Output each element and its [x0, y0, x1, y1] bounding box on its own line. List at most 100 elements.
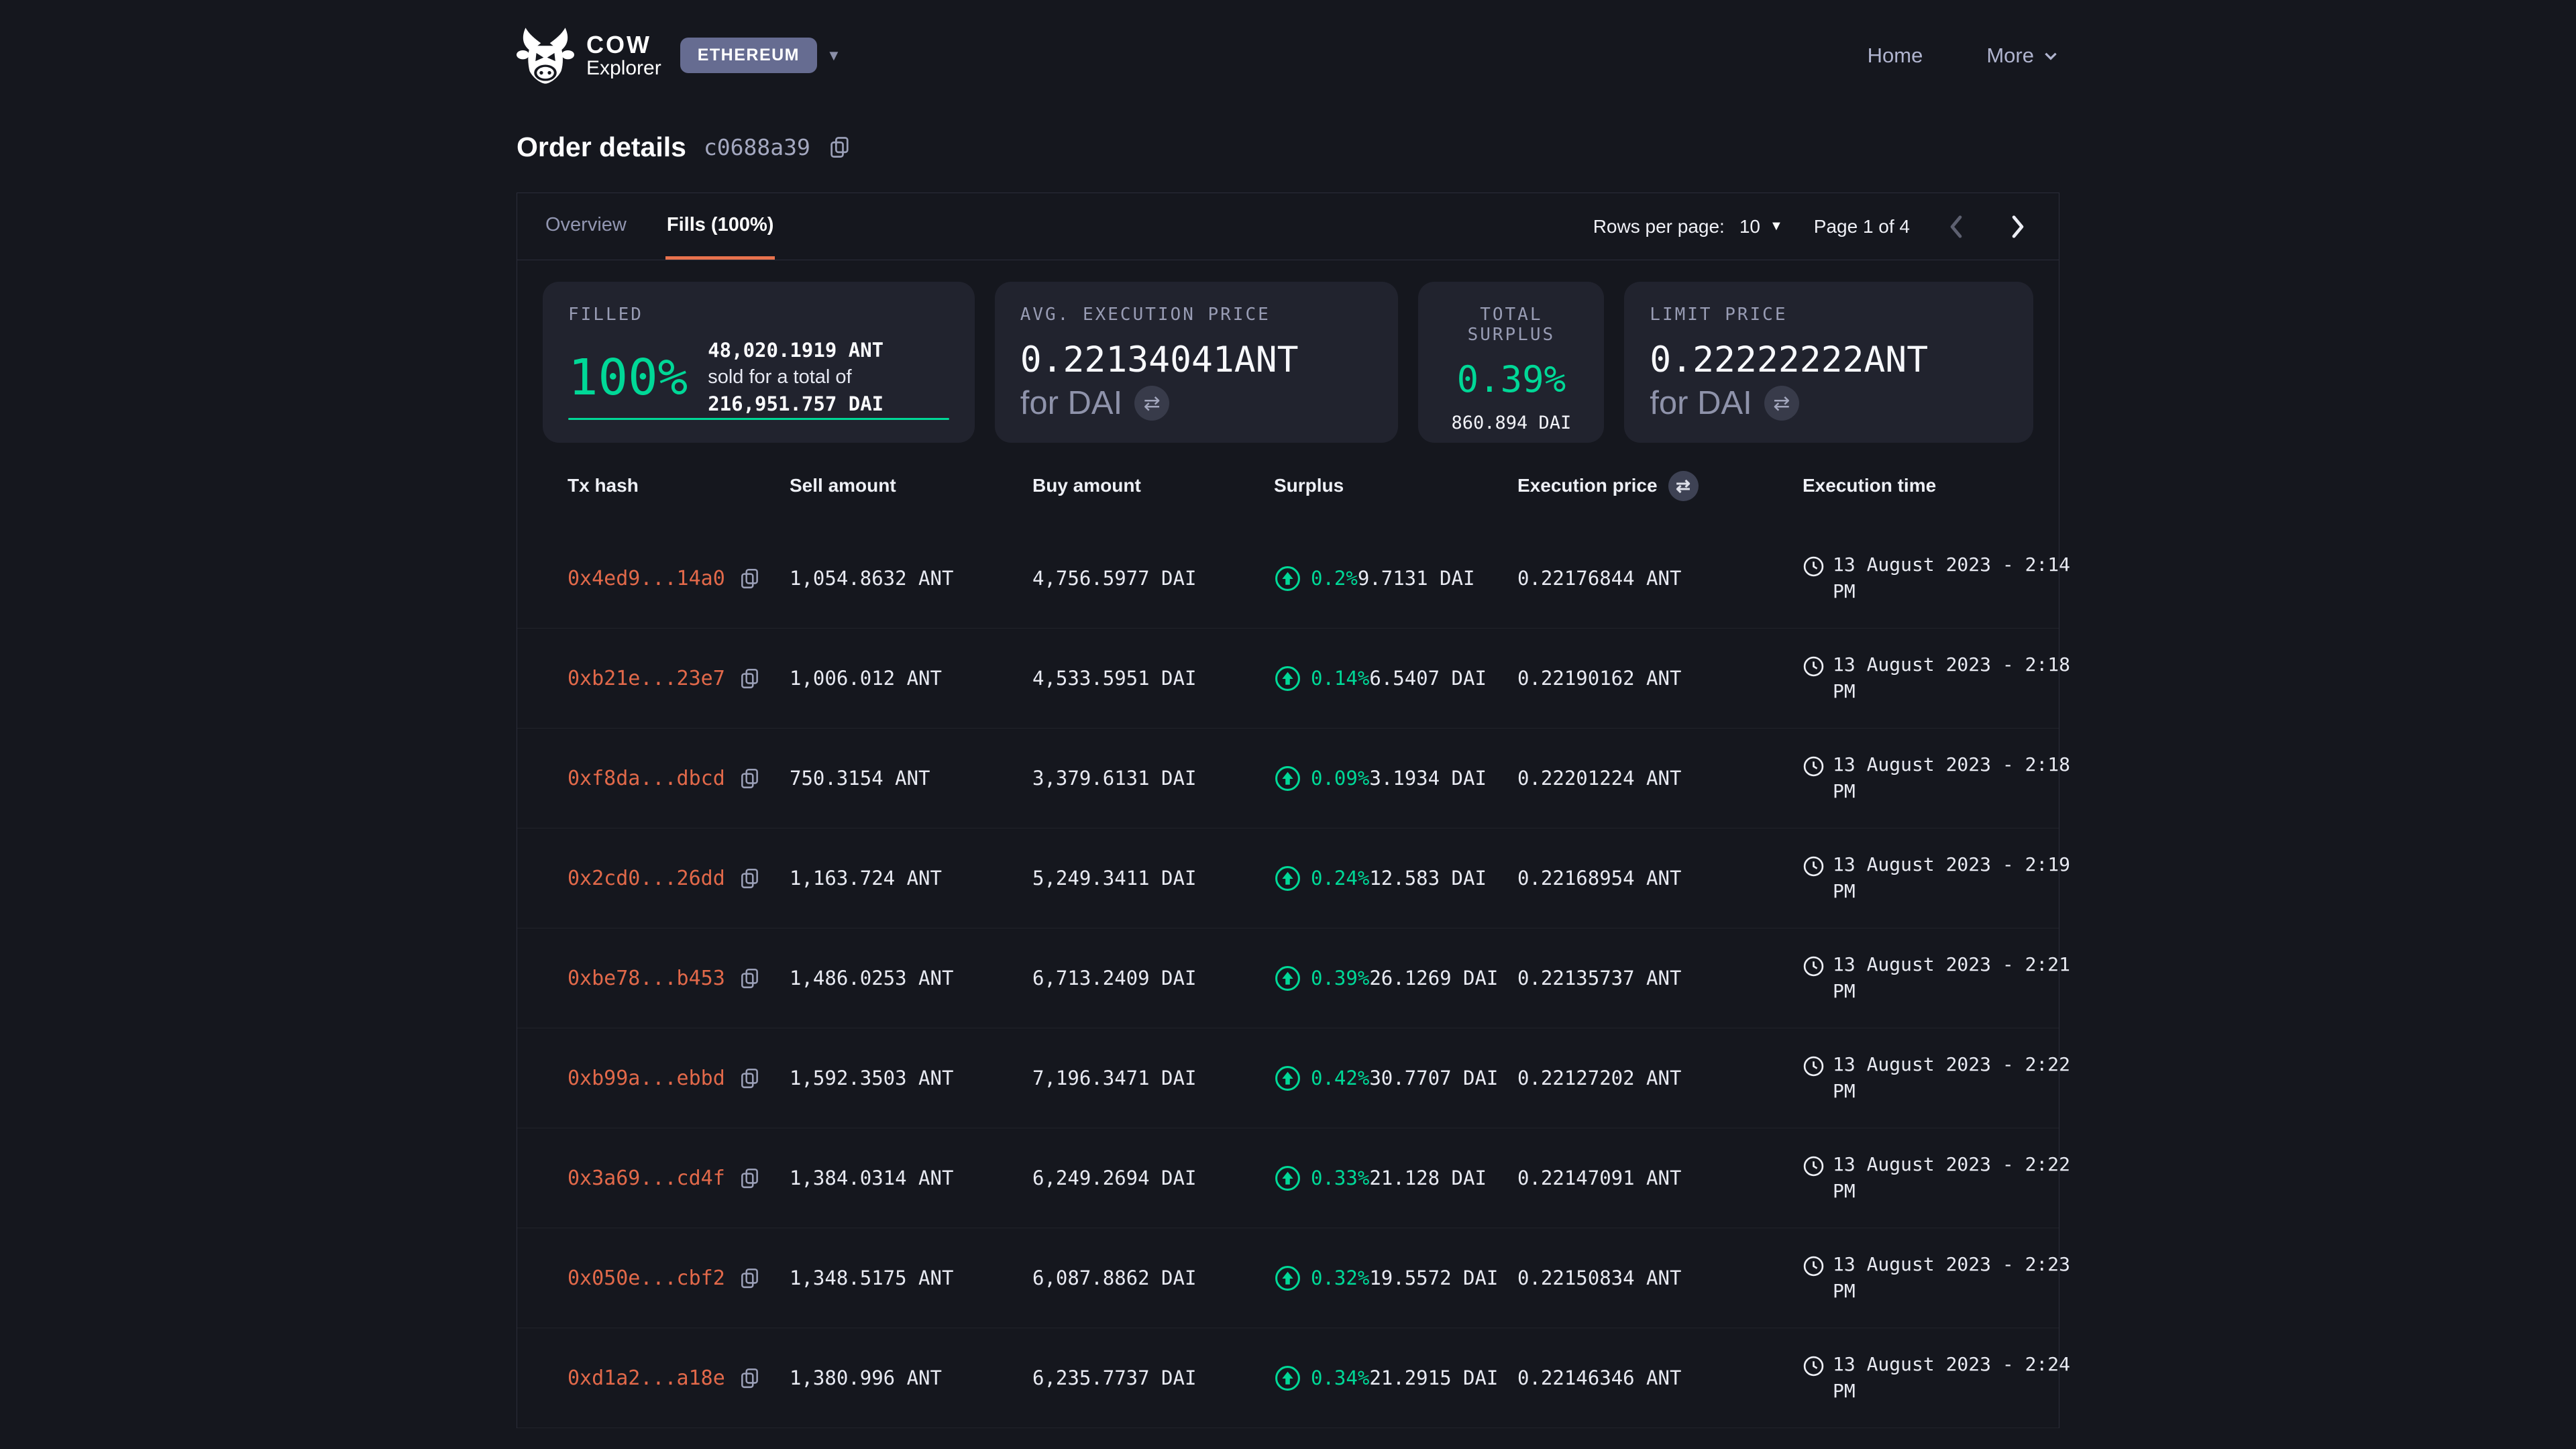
swap-price-unit-icon[interactable]: ⇄	[1668, 471, 1699, 501]
filled-sold-text: sold for a total of 216,951.757 DAI	[708, 364, 949, 418]
table-row: 0xb99a...ebbd 1,592.3503 ANT 7,196.3471 …	[517, 1028, 2059, 1128]
surplus-up-icon	[1274, 565, 1301, 592]
limit-price-unit: for DAI	[1650, 384, 1752, 422]
copy-tx-hash-icon[interactable]	[739, 767, 761, 790]
execution-time: 13 August 2023 - 2:14 PM	[1833, 551, 2082, 605]
page-shell: COW Explorer ETHEREUM ▼ Home More Order …	[517, 0, 2059, 1428]
tx-hash-link[interactable]: 0xf8da...dbcd	[568, 767, 725, 790]
tx-hash-link[interactable]: 0x2cd0...26dd	[568, 867, 725, 890]
nav-more-link[interactable]: More	[1986, 44, 2059, 68]
execution-time: 13 August 2023 - 2:18 PM	[1833, 651, 2082, 705]
pagination: Rows per page: 10 ▼ Page 1 of 4	[1593, 193, 2033, 260]
copy-tx-hash-icon[interactable]	[739, 1067, 761, 1089]
limit-price-card: LIMIT PRICE 0.22222222ANT for DAI ⇄	[1624, 282, 2033, 443]
tab-overview[interactable]: Overview	[544, 193, 628, 260]
limit-price-label: LIMIT PRICE	[1650, 305, 2008, 325]
copy-tx-hash-icon[interactable]	[739, 867, 761, 890]
tab-fills[interactable]: Fills (100%)	[665, 193, 775, 260]
tx-hash-link[interactable]: 0xbe78...b453	[568, 967, 725, 990]
buy-amount: 6,235.7737 DAI	[1032, 1366, 1274, 1389]
execution-price: 0.22146346 ANT	[1517, 1366, 1803, 1389]
total-surplus-percent: 0.39%	[1432, 358, 1591, 400]
clock-icon	[1803, 1155, 1825, 1177]
clock-icon	[1803, 1255, 1825, 1277]
table-row: 0x3a69...cd4f 1,384.0314 ANT 6,249.2694 …	[517, 1128, 2059, 1228]
network-caret-down-icon[interactable]: ▼	[826, 47, 841, 64]
filled-percent: 100%	[568, 349, 688, 407]
table-row: 0x2cd0...26dd 1,163.724 ANT 5,249.3411 D…	[517, 828, 2059, 928]
sell-amount: 1,163.724 ANT	[790, 867, 1032, 890]
copy-tx-hash-icon[interactable]	[739, 1267, 761, 1289]
logo-subtitle: Explorer	[586, 58, 661, 79]
buy-amount: 6,713.2409 DAI	[1032, 967, 1274, 989]
nav-more-label: More	[1986, 44, 2034, 68]
tx-hash-link[interactable]: 0x3a69...cd4f	[568, 1167, 725, 1190]
surplus-amount: 26.1269 DAI	[1369, 967, 1498, 989]
surplus-percent: 0.42%	[1311, 1067, 1369, 1089]
execution-price: 0.22147091 ANT	[1517, 1167, 1803, 1189]
next-page-button[interactable]	[2002, 211, 2033, 242]
tx-hash-link[interactable]: 0xd1a2...a18e	[568, 1366, 725, 1390]
swap-currency-icon[interactable]: ⇄	[1764, 386, 1799, 421]
filled-progress-bar	[568, 418, 949, 420]
swap-currency-icon[interactable]: ⇄	[1134, 386, 1169, 421]
execution-price: 0.22190162 ANT	[1517, 667, 1803, 690]
filled-label: FILLED	[568, 305, 949, 325]
limit-price-value: 0.22222222ANT	[1650, 339, 2008, 380]
sell-amount: 1,486.0253 ANT	[790, 967, 1032, 989]
execution-time-cell: 13 August 2023 - 2:22 PM	[1803, 1151, 2082, 1205]
prev-page-button[interactable]	[1941, 211, 1972, 242]
nav-home-link[interactable]: Home	[1868, 44, 1923, 68]
surplus-cell: 0.14% 6.5407 DAI	[1274, 665, 1517, 692]
copy-tx-hash-icon[interactable]	[739, 967, 761, 989]
execution-time: 13 August 2023 - 2:22 PM	[1833, 1051, 2082, 1105]
buy-amount: 3,379.6131 DAI	[1032, 767, 1274, 790]
sell-amount: 1,054.8632 ANT	[790, 567, 1032, 590]
copy-tx-hash-icon[interactable]	[739, 667, 761, 690]
surplus-up-icon	[1274, 865, 1301, 892]
tx-hash-link[interactable]: 0xb99a...ebbd	[568, 1067, 725, 1090]
chevron-down-icon	[2042, 47, 2059, 64]
avg-execution-price-label: AVG. EXECUTION PRICE	[1020, 305, 1373, 325]
execution-price: 0.22135737 ANT	[1517, 967, 1803, 989]
copy-tx-hash-icon[interactable]	[739, 1366, 761, 1389]
surplus-up-icon	[1274, 1364, 1301, 1392]
buy-amount: 6,249.2694 DAI	[1032, 1167, 1274, 1189]
surplus-cell: 0.39% 26.1269 DAI	[1274, 965, 1517, 992]
col-surplus: Surplus	[1274, 475, 1517, 496]
surplus-amount: 12.583 DAI	[1369, 867, 1487, 890]
top-header: COW Explorer ETHEREUM ▼ Home More	[517, 0, 2059, 111]
tx-hash-link[interactable]: 0x050e...cbf2	[568, 1267, 725, 1290]
logo-text: COW Explorer	[586, 32, 661, 78]
total-surplus-label: TOTAL SURPLUS	[1432, 305, 1591, 345]
execution-price: 0.22168954 ANT	[1517, 867, 1803, 890]
surplus-up-icon	[1274, 765, 1301, 792]
clock-icon	[1803, 1055, 1825, 1077]
surplus-cell: 0.24% 12.583 DAI	[1274, 865, 1517, 892]
surplus-amount: 21.128 DAI	[1369, 1167, 1487, 1189]
col-tx-hash: Tx hash	[568, 475, 790, 496]
col-execution-time: Execution time	[1803, 475, 2039, 496]
table-header: Tx hash Sell amount Buy amount Surplus E…	[517, 443, 2059, 529]
execution-time-cell: 13 August 2023 - 2:22 PM	[1803, 1051, 2082, 1105]
tx-hash-link[interactable]: 0xb21e...23e7	[568, 667, 725, 690]
surplus-amount: 21.2915 DAI	[1369, 1366, 1498, 1389]
clock-icon	[1803, 555, 1825, 578]
surplus-amount: 6.5407 DAI	[1369, 667, 1487, 690]
surplus-up-icon	[1274, 1165, 1301, 1192]
clock-icon	[1803, 855, 1825, 877]
sell-amount: 1,384.0314 ANT	[790, 1167, 1032, 1189]
copy-tx-hash-icon[interactable]	[739, 1167, 761, 1189]
logo[interactable]: COW Explorer	[517, 27, 661, 85]
network-badge[interactable]: ETHEREUM	[680, 38, 817, 73]
execution-price: 0.22127202 ANT	[1517, 1067, 1803, 1089]
copy-tx-hash-icon[interactable]	[739, 567, 761, 590]
copy-order-id-icon[interactable]	[828, 135, 852, 159]
execution-time-cell: 13 August 2023 - 2:23 PM	[1803, 1251, 2082, 1305]
rows-per-page-select[interactable]: 10 ▼	[1739, 216, 1783, 237]
page-title-row: Order details c0688a39	[517, 128, 2059, 166]
execution-time-cell: 13 August 2023 - 2:19 PM	[1803, 851, 2082, 905]
surplus-percent: 0.2%	[1311, 567, 1358, 590]
tx-hash-link[interactable]: 0x4ed9...14a0	[568, 567, 725, 590]
execution-time: 13 August 2023 - 2:21 PM	[1833, 951, 2082, 1005]
